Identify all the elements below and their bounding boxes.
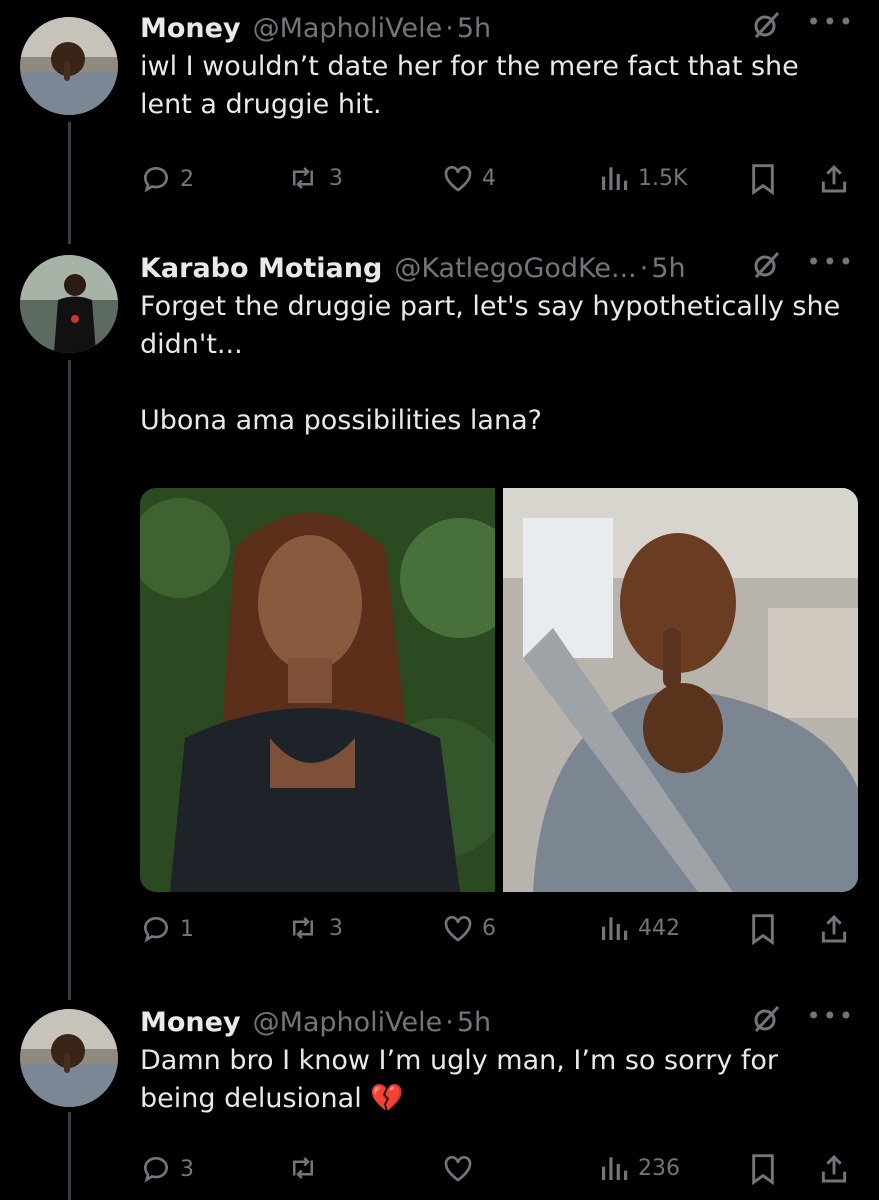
media-grid[interactable] (140, 488, 858, 892)
tweet[interactable]: Karabo Motiang @KatlegoGodKe... · 5h •••… (0, 250, 879, 990)
views-icon (602, 167, 628, 190)
heart-icon (444, 166, 472, 192)
avatar[interactable] (20, 17, 118, 115)
tweet[interactable]: Money @MapholiVele · 5h ••• iwl I wouldn… (0, 0, 879, 240)
reply-count: 2 (180, 166, 194, 192)
like-count: 4 (482, 165, 496, 191)
bookmark-button[interactable] (748, 1153, 778, 1185)
bookmark-icon (752, 164, 774, 195)
more-options-icon[interactable]: ••• (807, 1004, 855, 1028)
grok-icon[interactable] (751, 10, 781, 47)
more-options-icon[interactable]: ••• (807, 10, 855, 34)
photo-woman[interactable] (140, 488, 495, 892)
view-count: 442 (638, 915, 680, 941)
like-count: 6 (482, 915, 496, 941)
tweet-text: Damn bro I know I’m ugly man, I’m so sor… (140, 1045, 787, 1114)
like-button[interactable]: 6 (442, 913, 496, 943)
separator-dot: · (639, 252, 649, 284)
reply-button[interactable]: 3 (140, 1153, 194, 1185)
bookmark-button[interactable] (748, 913, 778, 945)
share-icon (821, 914, 847, 943)
reply-count: 1 (180, 916, 194, 942)
display-name[interactable]: Money (140, 1007, 241, 1038)
separator-dot: · (445, 12, 454, 44)
separator-dot: · (445, 1006, 454, 1038)
repost-button[interactable]: 3 (285, 163, 343, 193)
tweet[interactable]: Money @MapholiVele · 5h ••• Damn bro I k… (0, 1000, 879, 1200)
reply-icon (143, 916, 169, 943)
heart-icon (444, 1156, 472, 1182)
repost-button[interactable] (285, 1153, 329, 1183)
reply-icon (143, 1156, 169, 1183)
display-name[interactable]: Money (140, 13, 241, 44)
timestamp[interactable]: 5h (457, 1007, 491, 1038)
avatar[interactable] (20, 255, 118, 353)
repost-icon (293, 917, 313, 939)
bookmark-icon (752, 914, 774, 945)
share-icon (821, 164, 847, 193)
tweet-text: Forget the druggie part, let's say hypot… (140, 291, 841, 436)
repost-icon (293, 167, 313, 189)
user-handle[interactable]: @MapholiVele (253, 1007, 443, 1038)
views-icon (602, 1157, 628, 1180)
bookmark-button[interactable] (748, 163, 778, 195)
share-button[interactable] (818, 1153, 850, 1185)
view-count: 1.5K (638, 165, 688, 191)
repost-button[interactable]: 3 (285, 913, 343, 943)
reply-button[interactable]: 1 (140, 913, 194, 945)
share-button[interactable] (818, 163, 850, 195)
photo-man-in-car[interactable] (503, 488, 858, 892)
share-button[interactable] (818, 913, 850, 945)
repost-count: 3 (329, 915, 343, 941)
reply-button[interactable]: 2 (140, 163, 194, 195)
user-handle[interactable]: @MapholiVele (253, 13, 443, 44)
tweet-text: iwl I wouldn’t date her for the mere fac… (140, 51, 808, 120)
repost-count: 3 (329, 165, 343, 191)
heart-icon (444, 916, 472, 942)
timestamp[interactable]: 5h (457, 13, 491, 44)
display-name[interactable]: Karabo Motiang (140, 253, 382, 284)
views-button[interactable]: 236 (598, 1153, 680, 1183)
bookmark-icon (752, 1154, 774, 1185)
views-icon (602, 917, 628, 940)
views-button[interactable]: 1.5K (598, 163, 687, 193)
like-button[interactable] (442, 1153, 482, 1183)
timestamp[interactable]: 5h (651, 253, 685, 284)
repost-icon (293, 1157, 313, 1179)
reply-count: 3 (180, 1156, 194, 1182)
user-handle[interactable]: @KatlegoGodKe... (394, 253, 636, 284)
reply-icon (143, 166, 169, 193)
like-button[interactable]: 4 (442, 163, 496, 193)
grok-icon[interactable] (751, 1004, 781, 1041)
views-button[interactable]: 442 (598, 913, 680, 943)
share-icon (821, 1154, 847, 1183)
grok-icon[interactable] (751, 250, 781, 287)
more-options-icon[interactable]: ••• (807, 250, 855, 274)
view-count: 236 (638, 1155, 680, 1181)
avatar[interactable] (20, 1009, 118, 1107)
